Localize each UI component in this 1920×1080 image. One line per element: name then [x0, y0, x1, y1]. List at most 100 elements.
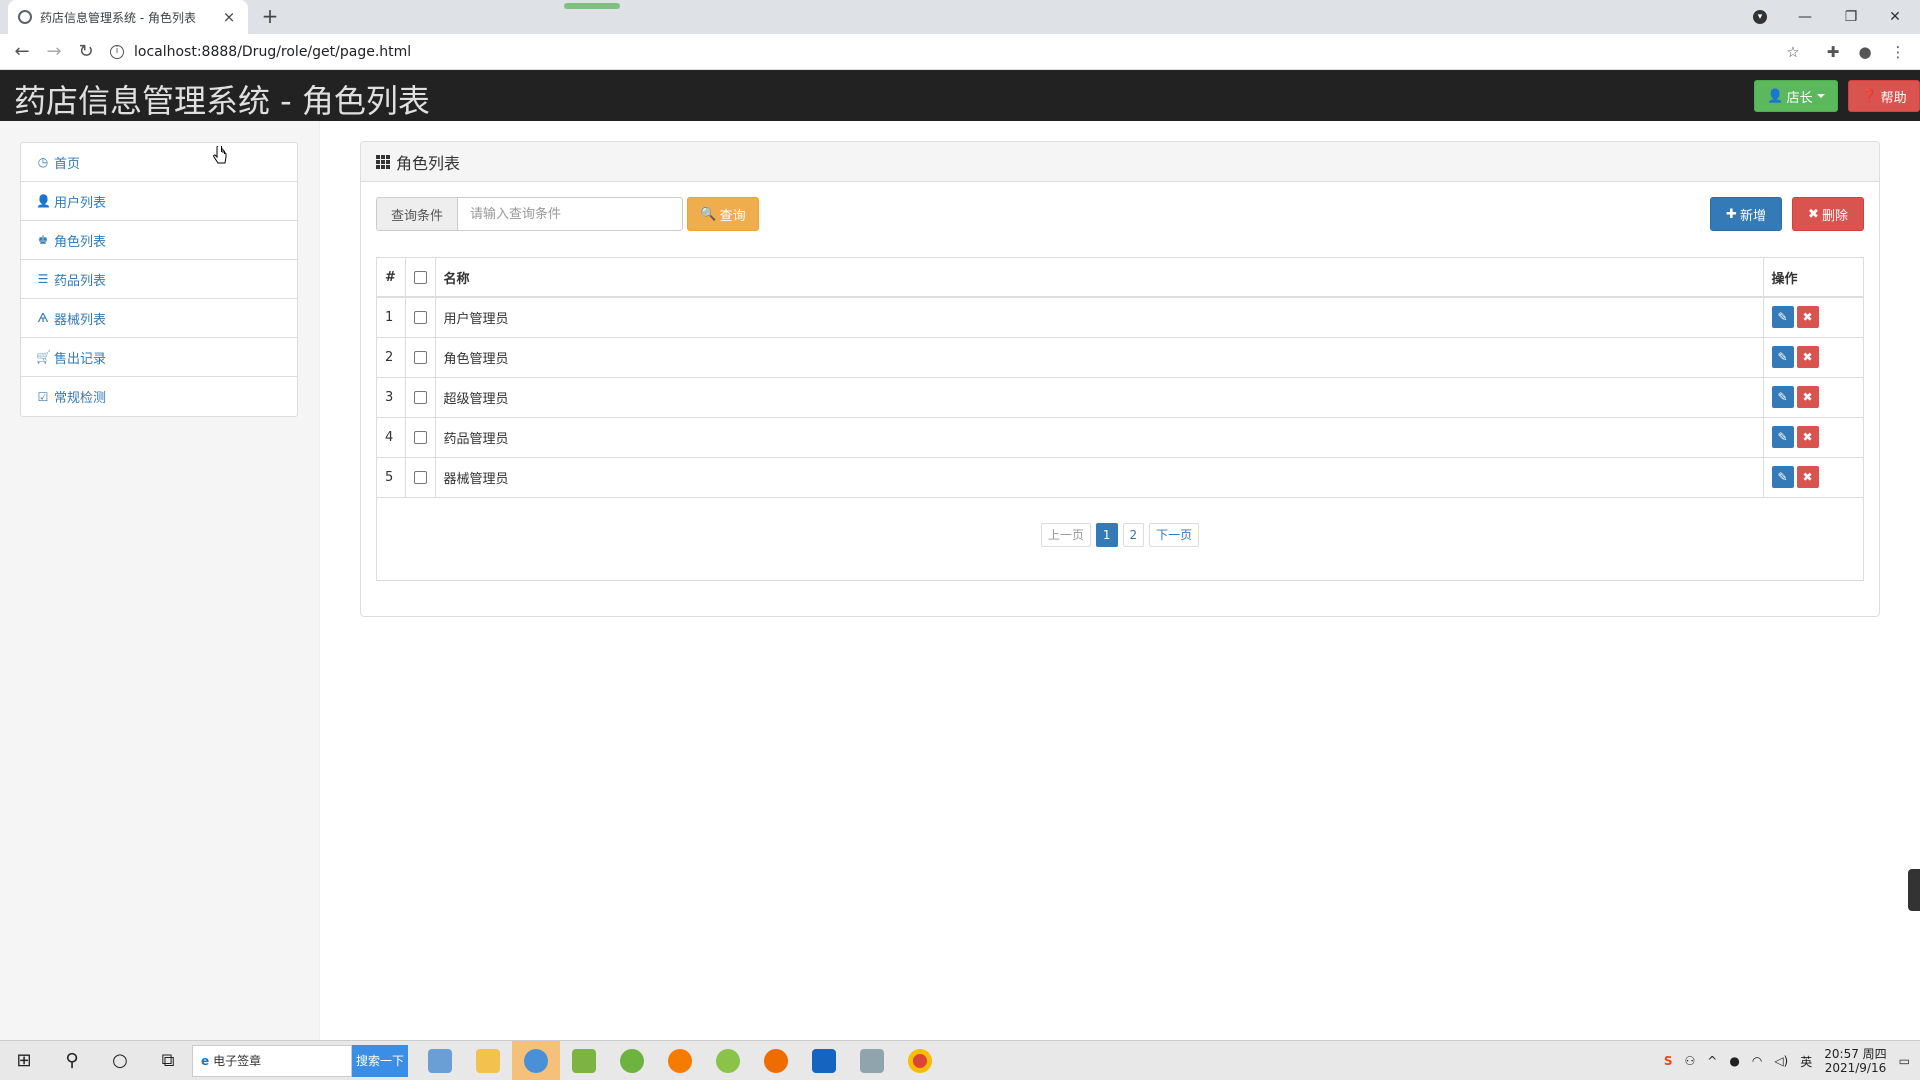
volume-icon[interactable]: ◁) [1774, 1054, 1788, 1068]
edit-pencil-icon[interactable]: ✎ [1771, 426, 1794, 448]
delete-x-icon[interactable]: ✖ [1796, 466, 1819, 488]
user-icon: 👤 [36, 194, 51, 208]
question-icon: ❓ [1861, 88, 1878, 104]
add-button[interactable]: ✚ 新增 [1710, 197, 1782, 231]
browser-tab-bar: 药店信息管理系统 - 角色列表 × + ▾ — ❐ ✕ [0, 0, 1920, 34]
row-actions: ✎ ✖ [1762, 297, 1863, 338]
tab-title: 药店信息管理系统 - 角色列表 [40, 10, 196, 25]
ime-indicator[interactable]: 英 [1800, 1053, 1812, 1070]
app-title[interactable]: 药店信息管理系统 - 角色列表 [14, 76, 430, 122]
minimize-button[interactable]: — [1790, 0, 1820, 34]
row-name: 超级管理员 [435, 377, 1763, 418]
taskbar-app-orange[interactable] [656, 1041, 704, 1080]
qq-icon[interactable]: ● [1729, 1054, 1739, 1068]
floating-side-tab[interactable] [1908, 869, 1920, 911]
table-row: 2 角色管理员 ✎ ✖ [377, 337, 1863, 378]
row-actions: ✎ ✖ [1762, 337, 1863, 378]
user-menu-button[interactable]: 👤 店长 [1754, 80, 1838, 112]
taskbar-app-video[interactable] [800, 1041, 848, 1080]
add-button-label: 新增 [1739, 208, 1766, 224]
delete-x-icon[interactable]: ✖ [1796, 306, 1819, 329]
taskbar-app-explorer[interactable] [464, 1041, 512, 1080]
prev-page-button[interactable]: 上一页 [1040, 523, 1091, 547]
page-button-2[interactable]: 2 [1122, 523, 1145, 547]
row-checkbox[interactable] [413, 350, 427, 364]
extensions-icon[interactable]: ✚ [1823, 42, 1843, 62]
hand-cursor-icon [213, 146, 227, 164]
taskbar-app-window[interactable] [848, 1041, 896, 1080]
sidebar-item-drugs[interactable]: ☰ 药品列表 [21, 260, 297, 299]
help-button[interactable]: ❓ 帮助 [1848, 80, 1920, 112]
row-index: 5 [377, 457, 406, 498]
next-page-button[interactable]: 下一页 [1149, 523, 1200, 547]
info-icon[interactable]: i [110, 45, 124, 59]
delete-x-icon[interactable]: ✖ [1796, 426, 1819, 448]
clock[interactable]: 20:57 周四 2021/9/16 [1824, 1047, 1886, 1075]
panel-title: 角色列表 [396, 153, 461, 173]
select-all-checkbox[interactable] [413, 270, 427, 284]
taskbar-app-chrome[interactable] [896, 1041, 944, 1080]
profile-icon[interactable]: ● [1855, 42, 1875, 62]
sidebar-item-label: 用户列表 [54, 195, 107, 211]
app-header: 药店信息管理系统 - 角色列表 👤 店长 ❓ 帮助 [0, 70, 1920, 121]
cortana-icon[interactable]: ○ [96, 1041, 144, 1080]
edit-pencil-icon[interactable]: ✎ [1771, 346, 1794, 368]
new-tab-button[interactable]: + [258, 5, 282, 29]
back-button[interactable]: ← [10, 40, 34, 64]
task-view-icon[interactable]: ⧉ [144, 1041, 192, 1080]
chevron-up-icon[interactable]: ^ [1707, 1054, 1717, 1068]
browser-tab[interactable]: 药店信息管理系统 - 角色列表 × [8, 0, 248, 34]
sidebar-item-instruments[interactable]: Ѧ 器械列表 [21, 299, 297, 338]
taskbar-search-field[interactable]: e 电子签章 [192, 1044, 352, 1077]
taskbar-app-editor[interactable] [560, 1041, 608, 1080]
search-input[interactable] [458, 197, 683, 231]
row-name: 角色管理员 [435, 337, 1763, 378]
tab-search-button[interactable]: ▾ [1748, 0, 1772, 34]
sidebar-item-roles[interactable]: ♚ 角色列表 [21, 221, 297, 260]
header-index: # [377, 258, 406, 298]
taskbar-app-search-tool[interactable] [752, 1041, 800, 1080]
wifi-icon[interactable]: ◠ [1752, 1054, 1762, 1068]
row-checkbox-cell [405, 297, 436, 338]
reload-button[interactable]: ↻ [74, 40, 98, 64]
sidebar-item-home[interactable]: ◷ 首页 [21, 143, 297, 182]
edit-pencil-icon[interactable]: ✎ [1771, 466, 1794, 488]
taskbar-app-notepad[interactable] [416, 1041, 464, 1080]
sidebar-item-sales[interactable]: 🛒 售出记录 [21, 338, 297, 377]
row-checkbox[interactable] [413, 390, 427, 404]
search-icon[interactable]: ⚲ [48, 1041, 96, 1080]
row-actions: ✎ ✖ [1762, 377, 1863, 418]
delete-button[interactable]: ✖ 删除 [1792, 197, 1864, 231]
delete-x-icon[interactable]: ✖ [1796, 346, 1819, 368]
search-button-label: 查询 [719, 208, 746, 224]
menu-kebab-icon[interactable]: ⋮ [1888, 42, 1908, 62]
bookmark-star-icon[interactable]: ☆ [1783, 42, 1803, 62]
edit-pencil-icon[interactable]: ✎ [1771, 306, 1794, 329]
page-button-1[interactable]: 1 [1095, 523, 1118, 547]
people-icon[interactable]: ⚇ [1685, 1054, 1696, 1068]
row-checkbox[interactable] [413, 430, 427, 444]
url-text: localhost:8888/Drug/role/get/page.html [134, 44, 412, 60]
forward-button[interactable]: → [42, 40, 66, 64]
sogou-icon[interactable]: S [1664, 1054, 1673, 1068]
restore-button[interactable]: ❐ [1836, 0, 1866, 34]
search-button[interactable]: 🔍 查询 [687, 197, 759, 231]
row-checkbox[interactable] [413, 470, 427, 484]
tab-close-icon[interactable]: × [220, 8, 238, 26]
url-field[interactable]: i localhost:8888/Drug/role/get/page.html [110, 39, 1790, 65]
sidebar-item-inspection[interactable]: ☑ 常规检测 [21, 377, 297, 416]
taskbar-app-spring[interactable] [608, 1041, 656, 1080]
edit-pencil-icon[interactable]: ✎ [1771, 386, 1794, 408]
notification-icon[interactable]: ▭ [1899, 1054, 1910, 1068]
delete-x-icon[interactable]: ✖ [1796, 386, 1819, 408]
taskbar-app-network[interactable] [512, 1040, 560, 1080]
sidebar-item-users[interactable]: 👤 用户列表 [21, 182, 297, 221]
pagination: 上一页 1 2 下一页 [377, 523, 1863, 547]
row-checkbox[interactable] [413, 310, 427, 324]
close-window-button[interactable]: ✕ [1880, 0, 1910, 34]
taskbar-search-button[interactable]: 搜索一下 [352, 1044, 408, 1077]
header-checkbox-cell [405, 258, 436, 298]
taskbar-app-green[interactable] [704, 1041, 752, 1080]
windows-start-icon[interactable]: ⊞ [0, 1041, 48, 1080]
chevron-down-icon: ▾ [1753, 10, 1767, 24]
